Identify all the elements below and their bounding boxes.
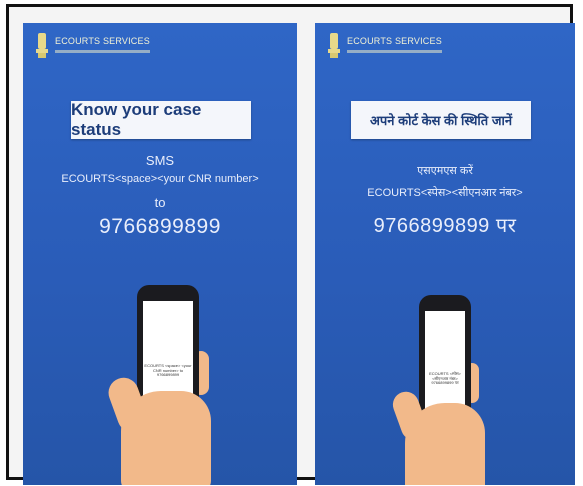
to-label: to (154, 195, 166, 210)
title-banner: अपने कोर्ट केस की स्थिति जानें (351, 101, 531, 139)
brand-name: ECOURTS SERVICES (55, 36, 150, 46)
hand-holding-phone: ECOURTS <space> <your CNR number> to 976… (93, 281, 233, 485)
hand-holding-phone: ECOURTS <स्पेस> <सीएनआर नंबर> 9766899899… (383, 283, 503, 485)
image-frame: ECOURTS SERVICES Know your case status S… (6, 4, 575, 485)
hindi-poster: ECOURTS SERVICES अपने कोर्ट केस की स्थित… (315, 23, 575, 485)
sms-label: SMS (145, 153, 175, 168)
sms-format: ECOURTS<स्पेस><सीएनआर नंबर> (367, 187, 523, 199)
title-banner: Know your case status (71, 100, 251, 139)
english-poster: ECOURTS SERVICES Know your case status S… (23, 23, 297, 485)
phone-screen-text: ECOURTS <space> <your CNR number> to 976… (144, 362, 192, 378)
sms-number: 9766899899 पर (373, 215, 517, 237)
brand-name: ECOURTS SERVICES (347, 36, 442, 46)
brand-subtitle-bar (347, 50, 442, 53)
sms-format: ECOURTS<space><your CNR number> (61, 173, 259, 185)
sms-label: एसएमएस करें (417, 165, 473, 177)
brand-subtitle-bar (55, 50, 150, 53)
phone-screen-text: ECOURTS <स्पेस> <सीएनआर नंबर> 9766899899… (429, 370, 461, 386)
sms-number: 9766899899 (99, 215, 221, 238)
emblem-icon (328, 33, 340, 58)
emblem-icon (36, 33, 48, 58)
